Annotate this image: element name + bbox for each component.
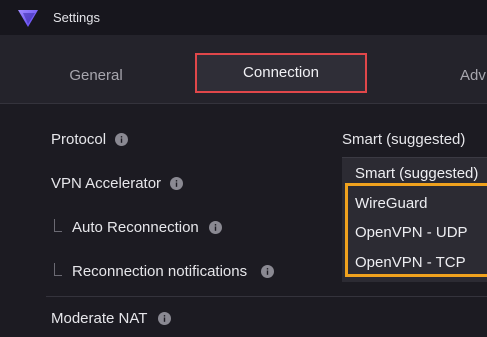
- sub-setting-indent-line: [54, 263, 62, 276]
- protocol-label: Protocol: [51, 131, 107, 148]
- protocol-options-highlight: [345, 183, 487, 277]
- tab-advanced[interactable]: Adv: [460, 56, 487, 96]
- sub-setting-indent-line: [54, 219, 62, 232]
- dropdown-option-smart[interactable]: Smart (suggested): [355, 165, 478, 182]
- window-title: Settings: [53, 10, 100, 25]
- info-icon[interactable]: [158, 312, 171, 325]
- tab-connection[interactable]: Connection: [195, 53, 367, 93]
- info-icon[interactable]: [209, 221, 222, 234]
- proton-vpn-logo-icon: [18, 10, 38, 27]
- vpn-accelerator-label: VPN Accelerator: [51, 175, 162, 192]
- info-icon[interactable]: [170, 177, 183, 190]
- title-bar: Settings: [0, 0, 487, 35]
- info-icon[interactable]: [115, 133, 128, 146]
- reconnection-notifications-label: Reconnection notifications: [72, 263, 248, 280]
- moderate-nat-label: Moderate NAT: [51, 310, 148, 327]
- settings-tab-bar: General Connection Adv: [0, 35, 487, 104]
- protocol-select-value[interactable]: Smart (suggested): [342, 131, 465, 148]
- section-divider: [46, 296, 487, 297]
- info-icon[interactable]: [261, 265, 274, 278]
- auto-reconnection-label: Auto Reconnection: [72, 219, 199, 236]
- tab-general[interactable]: General: [46, 56, 146, 96]
